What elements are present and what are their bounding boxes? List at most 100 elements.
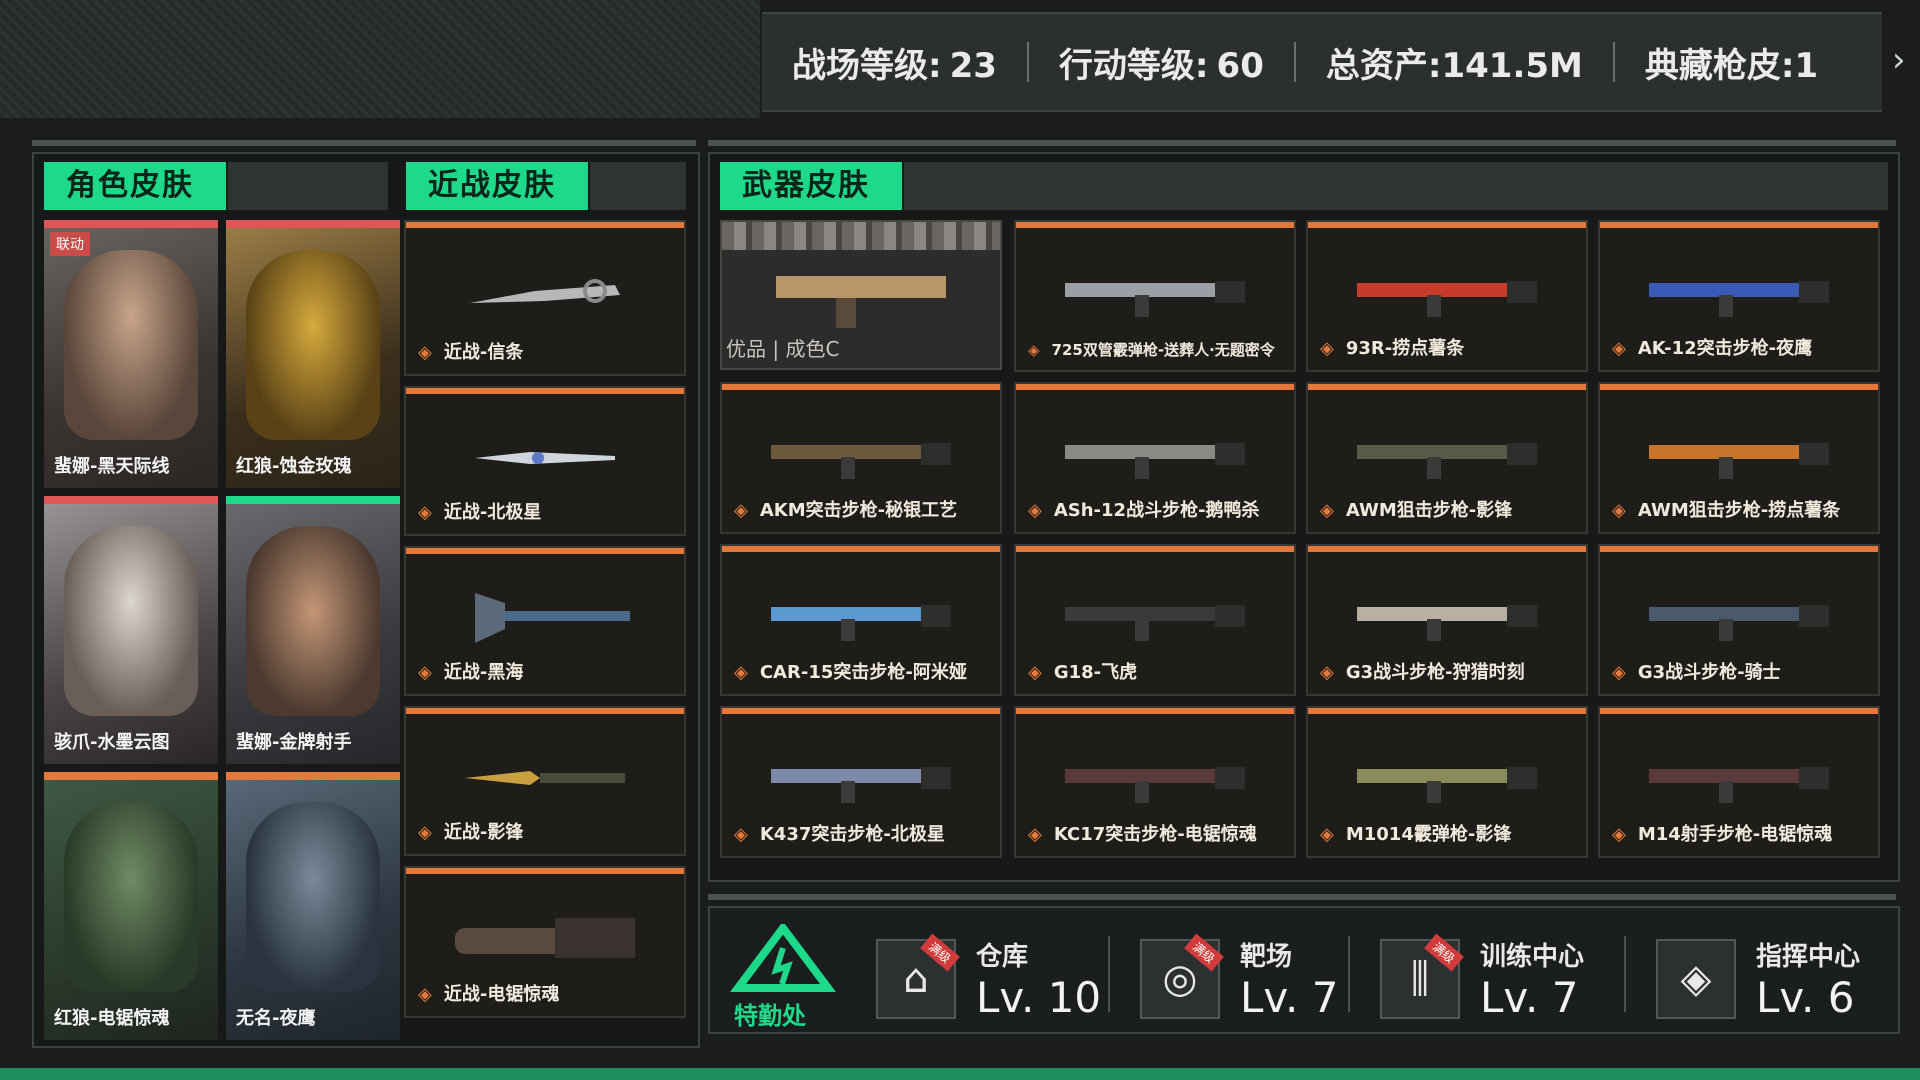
melee-name: 近战-电锯惊魂 — [418, 980, 559, 1006]
triangle-logo-icon — [730, 921, 836, 992]
command-icon: ◈ — [1656, 939, 1736, 1019]
panel-stripe — [708, 140, 1896, 146]
weapon-card[interactable]: 93R-捞点薯条 — [1306, 220, 1588, 372]
battle-level: 战场等级: 23 — [762, 38, 1027, 87]
tab-weapon-skins[interactable]: 武器皮肤 — [720, 162, 902, 210]
rifle-icon — [776, 276, 946, 329]
melee-name: 近战-影锋 — [418, 818, 523, 844]
character-portrait — [64, 802, 198, 992]
character-card[interactable]: 骇爪-水墨云图 — [44, 496, 218, 764]
rarity-bar — [722, 384, 1000, 390]
gun-icon — [1357, 767, 1537, 804]
action-level: 行动等级: 60 — [1029, 38, 1294, 87]
weapon-card[interactable]: ASh-12战斗步枪-鹅鸭杀 — [1014, 382, 1296, 534]
special-ops-label: 特勤处 — [734, 1002, 806, 1030]
character-card[interactable]: 蜚娜-金牌射手 — [226, 496, 400, 764]
rarity-bar — [226, 496, 400, 504]
blade-icon — [475, 452, 615, 465]
maxed-ribbon: 满级 — [1424, 933, 1464, 972]
rarity-bar — [1308, 222, 1586, 228]
weapon-card[interactable]: G18-飞虎 — [1014, 544, 1296, 696]
weapon-name: 725双管霰弹枪-送葬人·无题密令 — [1028, 339, 1275, 360]
gun-icon — [1649, 605, 1829, 642]
tab-character-skins[interactable]: 角色皮肤 — [44, 162, 226, 210]
weapon-card[interactable]: K437突击步枪-北极星 — [720, 706, 1002, 858]
collection-skins-label: 典藏枪皮: — [1644, 45, 1795, 86]
top-left-banner — [0, 0, 760, 118]
facility-training[interactable]: ⫼ 满级 训练中心 Lv. 7 — [1380, 933, 1585, 1022]
melee-name: 近战-北极星 — [418, 498, 541, 524]
weapon-card[interactable]: 725双管霰弹枪-送葬人·无题密令 — [1014, 220, 1296, 372]
character-portrait — [246, 802, 380, 992]
weapon-card[interactable]: M14射手步枪-电锯惊魂 — [1598, 706, 1880, 858]
chevron-right-icon[interactable]: › — [1892, 40, 1906, 80]
facility-name: 训练中心 — [1480, 942, 1585, 972]
maxed-ribbon: 满级 — [920, 933, 960, 972]
rarity-bar — [722, 708, 1000, 714]
tag-fill — [228, 162, 388, 210]
melee-card[interactable]: 近战-电锯惊魂 — [404, 866, 686, 1018]
collection-skins: 典藏枪皮:1 — [1615, 38, 1848, 87]
action-level-value: 60 — [1216, 45, 1264, 86]
panel-stripe — [708, 894, 1896, 900]
facility-level: Lv. 7 — [1480, 973, 1579, 1022]
tag-fill — [590, 162, 686, 210]
rarity-bar — [406, 708, 684, 714]
gun-icon — [1065, 281, 1245, 318]
weapon-card[interactable]: M1014霰弹枪-影锋 — [1306, 706, 1588, 858]
rarity-bar — [1308, 384, 1586, 390]
character-card[interactable]: 联动 蜚娜-黑天际线 — [44, 220, 218, 488]
rarity-bar — [44, 496, 218, 504]
gun-icon — [1649, 281, 1829, 318]
melee-card[interactable]: 近战-影锋 — [404, 706, 686, 856]
character-card[interactable]: 红狼-电锯惊魂 — [44, 772, 218, 1040]
tag-fill — [904, 162, 1888, 210]
weapon-name: AWM狙击步枪-捞点薯条 — [1612, 496, 1840, 522]
weapon-card[interactable]: AKM突击步枪-秘银工艺 — [720, 382, 1002, 534]
bottom-accent-bar — [0, 1068, 1920, 1080]
melee-card[interactable]: 近战-北极星 — [404, 386, 686, 536]
weapon-name: M14射手步枪-电锯惊魂 — [1612, 820, 1832, 846]
melee-card[interactable]: 近战-黑海 — [404, 546, 686, 696]
rarity-bar — [1016, 708, 1294, 714]
tab-melee-skins[interactable]: 近战皮肤 — [406, 162, 588, 210]
special-ops-logo: 特勤处 — [728, 921, 838, 1030]
total-assets-label: 总资产: — [1325, 45, 1442, 86]
facility-level: Lv. 7 — [1240, 973, 1339, 1022]
weapon-name: G3战斗步枪-狩猎时刻 — [1320, 658, 1525, 684]
character-card[interactable]: 无名-夜鹰 — [226, 772, 400, 1040]
weapon-name: M1014霰弹枪-影锋 — [1320, 820, 1511, 846]
rarity-bar — [44, 220, 218, 228]
weapon-card[interactable]: G3战斗步枪-狩猎时刻 — [1306, 544, 1588, 696]
panel-stripe — [32, 140, 696, 146]
character-card[interactable]: 红狼-蚀金玫瑰 — [226, 220, 400, 488]
weapon-card[interactable]: CAR-15突击步枪-阿米娅 — [720, 544, 1002, 696]
character-name: 蜚娜-金牌射手 — [236, 732, 352, 753]
axe-icon — [475, 593, 630, 644]
collection-skins-value: 1 — [1794, 45, 1819, 86]
gun-icon — [1649, 767, 1829, 804]
knife-icon — [470, 278, 620, 303]
facility-range[interactable]: ◎ 满级 靶场 Lv. 7 — [1140, 933, 1339, 1022]
rarity-bar — [44, 772, 218, 780]
weapon-card[interactable]: AWM狙击步枪-影锋 — [1306, 382, 1588, 534]
featured-weapon-card[interactable]: 优品 | 成色C — [720, 220, 1002, 370]
facility-name: 靶场 — [1240, 942, 1293, 972]
facility-warehouse[interactable]: ⌂ 满级 仓库 Lv. 10 — [876, 933, 1102, 1022]
weapon-card[interactable]: AK-12突击步枪-夜鹰 — [1598, 220, 1880, 372]
divider — [1624, 936, 1626, 1012]
battle-level-label: 战场等级: — [792, 45, 942, 86]
facility-name: 指挥中心 — [1756, 942, 1861, 972]
rarity-bar — [1600, 708, 1878, 714]
weapon-card[interactable]: AWM狙击步枪-捞点薯条 — [1598, 382, 1880, 534]
weapon-card[interactable]: KC17突击步枪-电锯惊魂 — [1014, 706, 1296, 858]
character-name: 红狼-电锯惊魂 — [54, 1008, 170, 1029]
weapon-card[interactable]: G3战斗步枪-骑士 — [1598, 544, 1880, 696]
rarity-bar — [1600, 222, 1878, 228]
melee-card[interactable]: 近战-信条 — [404, 220, 686, 376]
facility-level: Lv. 10 — [976, 973, 1102, 1022]
rarity-bar — [226, 772, 400, 780]
melee-name: 近战-信条 — [418, 338, 523, 364]
facility-command[interactable]: ◈ 指挥中心 Lv. 6 — [1656, 936, 1860, 1022]
weapon-name: CAR-15突击步枪-阿米娅 — [734, 658, 967, 684]
